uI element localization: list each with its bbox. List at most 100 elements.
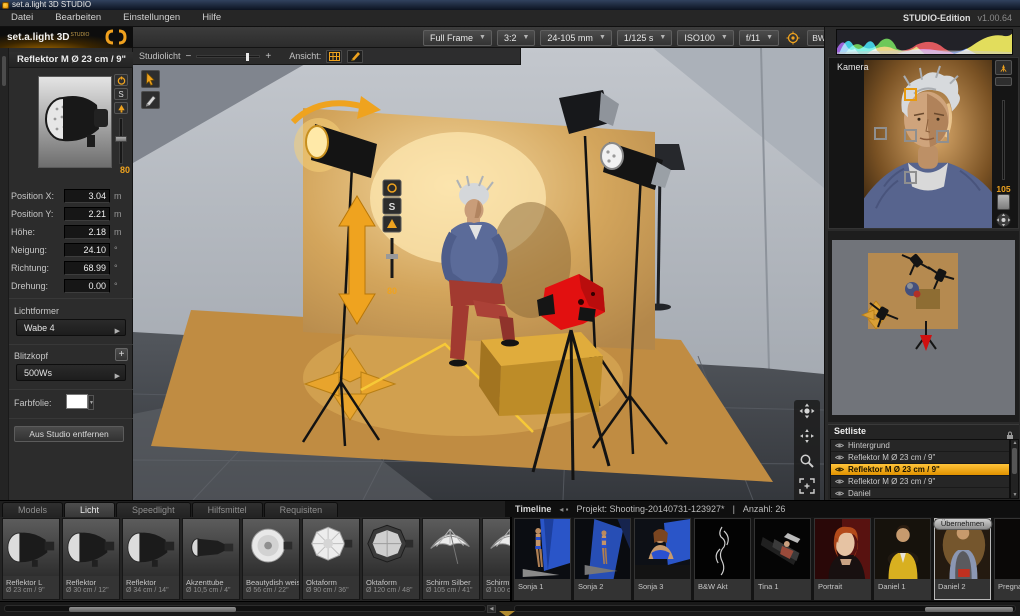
camera-setting-dropdown-5[interactable]: f/11▼ bbox=[739, 30, 779, 46]
grid-view-button[interactable] bbox=[326, 50, 342, 63]
tab-hilfsmittel[interactable]: Hilfsmittel bbox=[192, 502, 263, 517]
scrollbar-thumb[interactable] bbox=[69, 607, 236, 612]
chevron-right-icon: ▶ bbox=[115, 324, 120, 340]
timeline-shot-portrait[interactable]: Portrait bbox=[814, 518, 871, 600]
camera-setting-dropdown-1[interactable]: 3:2▼ bbox=[497, 30, 535, 46]
menu-item-datei[interactable]: Datei bbox=[0, 10, 44, 26]
lichtformer-dropdown[interactable]: Wabe 4▶ bbox=[16, 319, 126, 336]
camera-setting-dropdown-0[interactable]: Full Frame▼ bbox=[423, 30, 492, 46]
tab-licht[interactable]: Licht bbox=[64, 502, 115, 517]
pan-button[interactable] bbox=[799, 428, 815, 449]
light-item-2[interactable]: ReflektorØ 34 cm / 14" bbox=[122, 518, 180, 600]
light-power-toggle-button[interactable] bbox=[114, 74, 128, 86]
field-value-input[interactable]: 2.21 bbox=[64, 207, 110, 221]
light-item-1[interactable]: ReflektorØ 30 cm / 12" bbox=[62, 518, 120, 600]
select-tool-button[interactable] bbox=[141, 70, 160, 88]
setliste-item[interactable]: Reflektor M Ø 23 cm / 9" bbox=[831, 476, 1009, 488]
timeline-shot-sonja1[interactable]: Sonja 1 bbox=[514, 518, 571, 600]
field-value-input[interactable]: 2.18 bbox=[64, 225, 110, 239]
field-value-input[interactable]: 68.99 bbox=[64, 261, 110, 275]
focal-length-slider[interactable] bbox=[1002, 100, 1005, 180]
menu-item-bearbeiten[interactable]: Bearbeiten bbox=[44, 10, 112, 26]
timeline-shot-bw[interactable]: B&W Akt bbox=[694, 518, 751, 600]
af-point[interactable] bbox=[936, 130, 949, 143]
octa-icon bbox=[303, 519, 359, 576]
studiolicht-minus-button[interactable]: − bbox=[186, 51, 192, 62]
scroll-left-button[interactable]: ◀ bbox=[487, 605, 496, 613]
light-item-4[interactable]: Beautydish weissØ 56 cm / 22" bbox=[242, 518, 300, 600]
af-point-active[interactable] bbox=[904, 88, 917, 101]
light-item-7[interactable]: Schirm SilberØ 105 cm / 41" bbox=[422, 518, 480, 600]
zoom-button[interactable] bbox=[799, 453, 815, 474]
timeline-shot-sonja2[interactable]: Sonja 2 bbox=[574, 518, 631, 600]
tab-models[interactable]: Models bbox=[2, 502, 63, 517]
fit-view-button[interactable] bbox=[799, 478, 815, 499]
field-value-input[interactable]: 0.00 bbox=[64, 279, 110, 293]
window-titlebar[interactable]: set.a.light 3D STUDIO bbox=[0, 0, 1020, 10]
chevron-down-icon: ▼ bbox=[479, 34, 486, 41]
field-value-input[interactable]: 24.10 bbox=[64, 243, 110, 257]
focal-length-handle[interactable] bbox=[997, 194, 1010, 210]
scrollbar-thumb[interactable] bbox=[925, 607, 1013, 612]
timeline-collapse-icon[interactable]: ◂ ▪ bbox=[559, 505, 568, 514]
collapse-panel-chevron[interactable] bbox=[499, 611, 515, 616]
draw-tool-button[interactable] bbox=[141, 91, 160, 109]
timeline-shot-caption: Sonja 2 bbox=[575, 579, 630, 599]
draw-view-button[interactable] bbox=[347, 50, 363, 63]
eye-icon[interactable] bbox=[835, 466, 844, 473]
apply-shot-button[interactable]: Übernehmen bbox=[933, 518, 992, 530]
camera-mini-button[interactable] bbox=[995, 77, 1012, 86]
light-power-slider-handle[interactable] bbox=[115, 136, 127, 142]
camera-setting-dropdown-4[interactable]: ISO100▼ bbox=[677, 30, 733, 46]
light-browser-scrollbar[interactable] bbox=[4, 605, 486, 612]
af-point[interactable] bbox=[904, 129, 917, 142]
light-item-0[interactable]: Reflektor LØ 23 cm / 9" bbox=[2, 518, 60, 600]
tripod-height-button[interactable] bbox=[995, 60, 1012, 75]
studiolicht-plus-button[interactable]: + bbox=[265, 51, 271, 62]
timeline-shot-tina[interactable]: Tina 1 bbox=[754, 518, 811, 600]
setliste-item[interactable]: Reflektor M Ø 23 cm / 9" bbox=[831, 464, 1009, 476]
studiolicht-slider-handle[interactable] bbox=[246, 53, 249, 61]
camera-dpad[interactable] bbox=[993, 212, 1014, 228]
light-strobe-button[interactable]: S bbox=[114, 88, 128, 100]
remove-from-studio-button[interactable]: Aus Studio entfernen bbox=[14, 426, 124, 442]
field-value-input[interactable]: 3.04 bbox=[64, 189, 110, 203]
light-item-6[interactable]: OktaformØ 120 cm / 48" bbox=[362, 518, 420, 600]
tab-requisiten[interactable]: Requisiten bbox=[264, 502, 339, 517]
studio-3d-viewport[interactable]: S 80 bbox=[133, 48, 824, 500]
add-blitzkopf-button[interactable]: + bbox=[115, 348, 128, 361]
camera-setting-dropdown-3[interactable]: 1/125 s▼ bbox=[617, 30, 672, 46]
eye-icon[interactable] bbox=[835, 442, 844, 449]
menu-item-einstellungen[interactable]: Einstellungen bbox=[112, 10, 191, 26]
focus-point-button[interactable] bbox=[784, 30, 802, 46]
tab-speedlight[interactable]: Speedlight bbox=[116, 502, 191, 517]
camera-setting-dropdown-2[interactable]: 24-105 mm▼ bbox=[540, 30, 611, 46]
menu-item-hilfe[interactable]: Hilfe bbox=[191, 10, 232, 26]
timeline-shot-daniel1[interactable]: Daniel 1 bbox=[874, 518, 931, 600]
eye-icon[interactable] bbox=[835, 454, 844, 461]
orbit-button[interactable] bbox=[799, 403, 815, 424]
dropdown-value: 1/125 s bbox=[624, 33, 654, 43]
setliste-item[interactable]: Reflektor M Ø 23 cm / 9" bbox=[831, 452, 1009, 464]
af-point[interactable] bbox=[874, 127, 887, 140]
light-item-image bbox=[243, 519, 299, 576]
light-item-3[interactable]: AkzenttubeØ 10,5 cm / 4" bbox=[182, 518, 240, 600]
camera-preview-image[interactable] bbox=[864, 60, 992, 228]
blitzkopf-dropdown[interactable]: 500Ws▶ bbox=[16, 364, 126, 381]
setliste-item[interactable]: Hintergrund bbox=[831, 440, 1009, 452]
timeline-label[interactable]: Timeline bbox=[515, 504, 551, 514]
eye-icon[interactable] bbox=[835, 490, 844, 497]
eye-icon[interactable] bbox=[835, 478, 844, 485]
studio-top-view-map[interactable] bbox=[828, 231, 1019, 422]
studiolicht-slider[interactable] bbox=[196, 55, 260, 58]
farbfolie-color-swatch[interactable]: ▼ bbox=[66, 394, 88, 409]
timeline-shot-sonja3[interactable]: Sonja 3 bbox=[634, 518, 691, 600]
setliste-item[interactable]: Daniel bbox=[831, 488, 1009, 499]
modeling-lamp-button[interactable] bbox=[114, 102, 128, 114]
timeline-scrollbar[interactable] bbox=[514, 605, 1016, 612]
af-point[interactable] bbox=[904, 171, 917, 184]
setliste-scrollbar[interactable]: ▲▼ bbox=[1010, 439, 1019, 499]
timeline-shot-daniel2[interactable]: Daniel 2Übernehmen bbox=[934, 518, 991, 600]
timeline-shot-pregnant1[interactable]: Pregnant 1 bbox=[994, 518, 1020, 600]
light-item-5[interactable]: OktaformØ 90 cm / 36" bbox=[302, 518, 360, 600]
